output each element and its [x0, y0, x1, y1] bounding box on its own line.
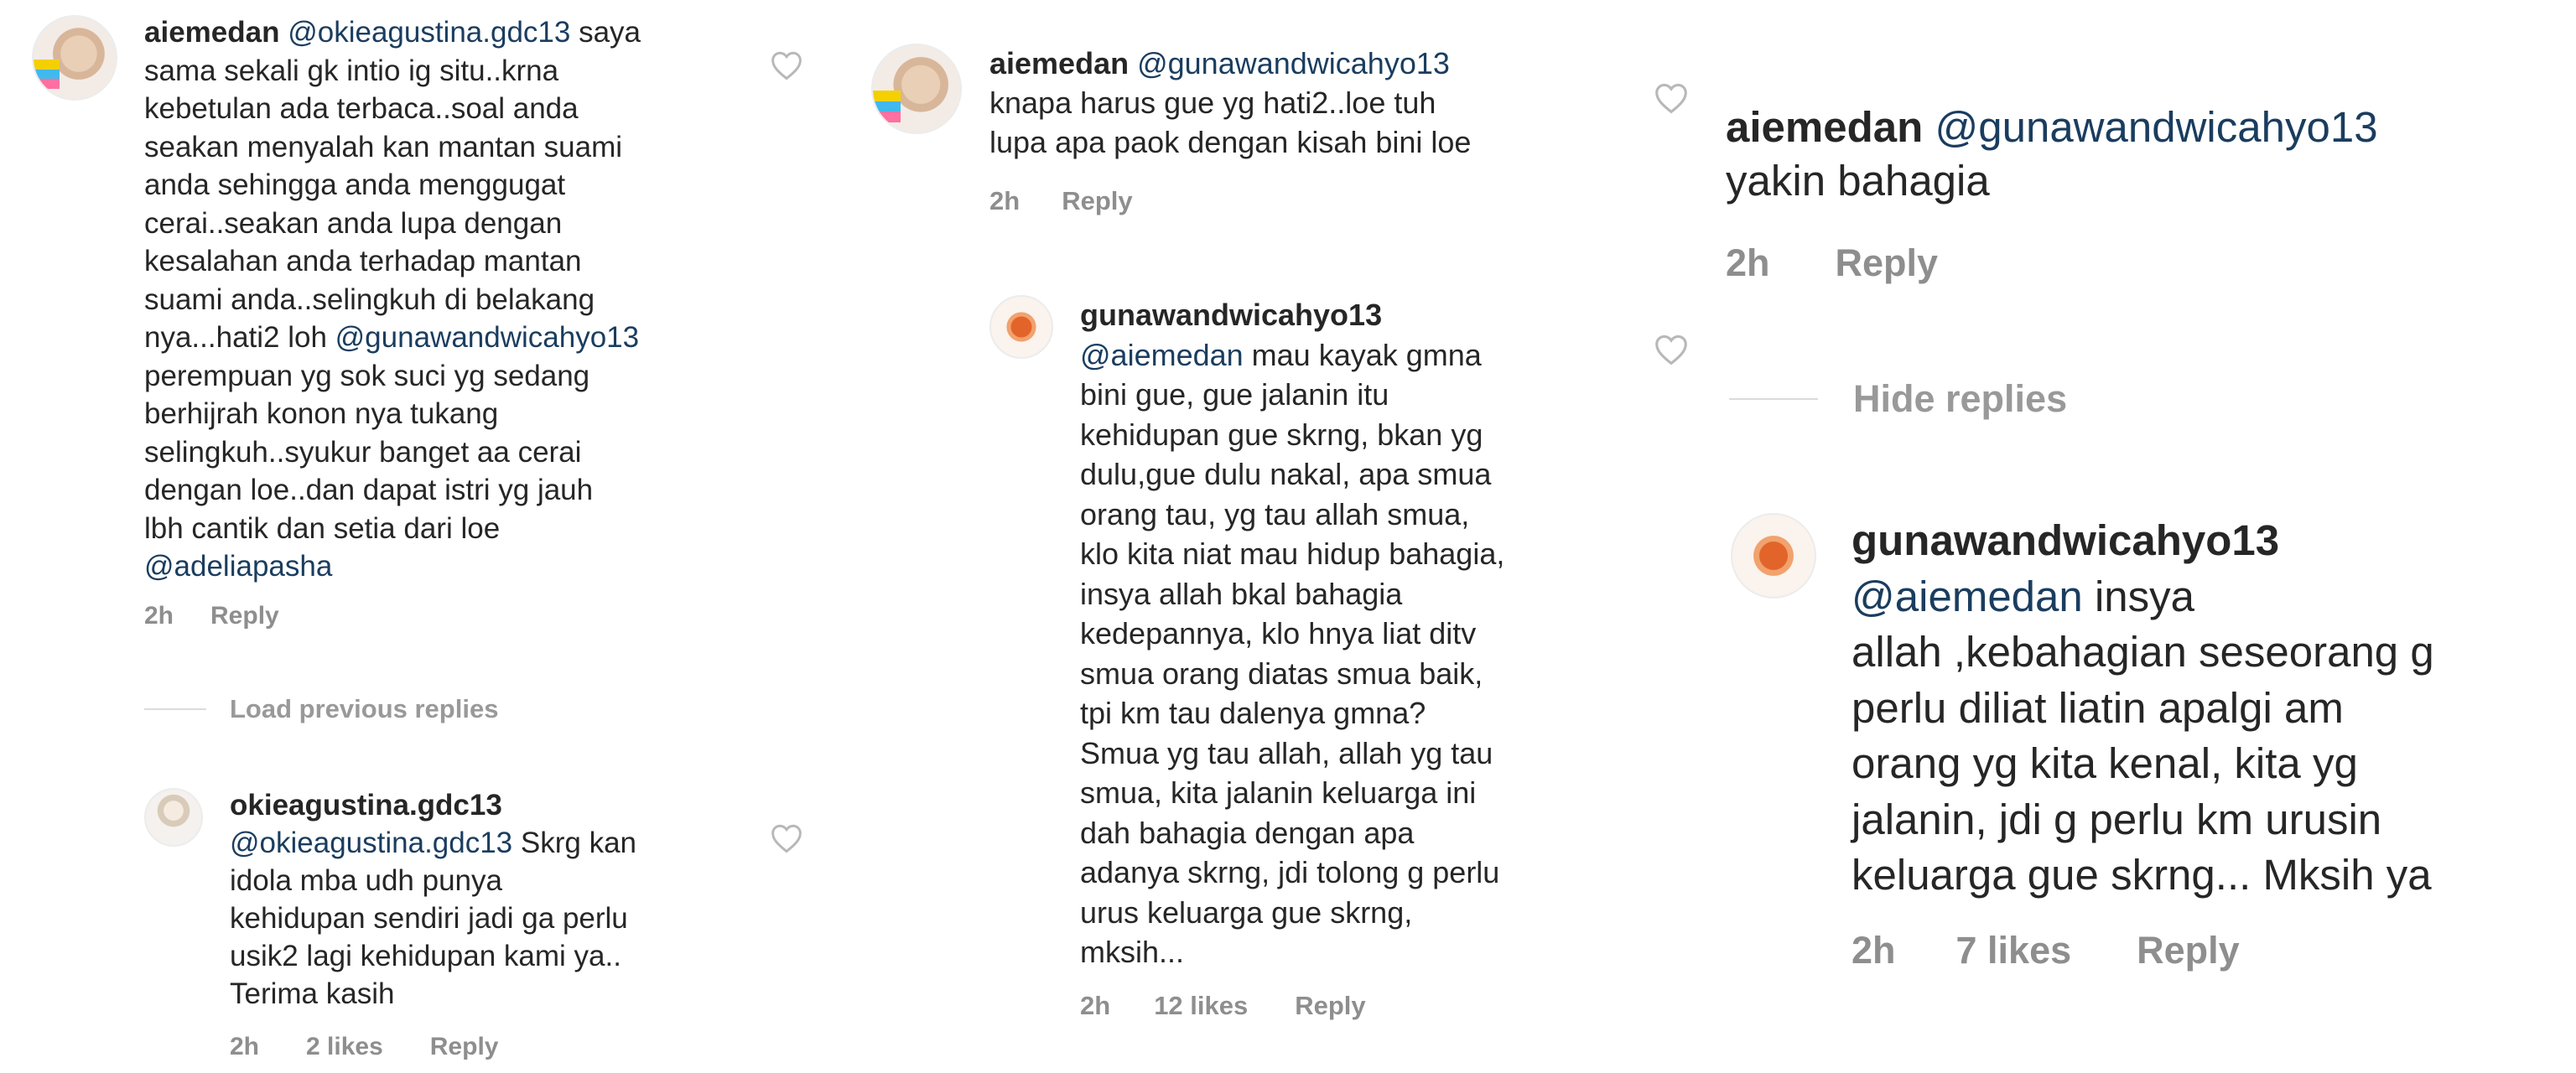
avatar[interactable] — [989, 295, 1053, 359]
heart-outline-icon[interactable] — [770, 823, 803, 853]
comment-text: okieagustina.gdc13 @okieagustina.gdc13 S… — [230, 786, 733, 1013]
comment-meta: 2h Reply — [1726, 241, 1938, 285]
comment-text-part: mau kayak gmna bini gue, gue jalanin itu… — [1080, 337, 1505, 970]
comment-text-part: yakin bahagia — [1726, 157, 1990, 205]
username[interactable]: aiemedan — [144, 16, 279, 49]
comment-text: gunawandwicahyo13 @aiemedan insya allah … — [1852, 513, 2576, 904]
heart-outline-icon[interactable] — [1654, 334, 1689, 365]
avatar[interactable] — [144, 788, 203, 847]
mention-link[interactable]: @okieagustina.gdc13 — [288, 16, 570, 49]
comment-text: gunawandwicahyo13 @aiemedan mau kayak gm… — [1080, 295, 1684, 972]
timestamp: 2h — [230, 1033, 260, 1060]
comment-body: aiemedan @okieagustina.gdc13 saya sama s… — [144, 13, 731, 586]
mention-link[interactable]: @gunawandwicahyo13 — [1137, 46, 1450, 80]
comment-body: aiemedan @gunawandwicahyo13 yakin bahagi… — [1726, 101, 2564, 208]
likes-count[interactable]: 7 likes — [1956, 929, 2072, 972]
load-previous-label[interactable]: Load previous replies — [230, 694, 498, 724]
likes-count[interactable]: 12 likes — [1154, 991, 1248, 1021]
comment-text: aiemedan @gunawandwicahyo13 knapa harus … — [989, 44, 1644, 162]
reply-comment: gunawandwicahyo13 @aiemedan insya allah … — [1719, 486, 2576, 1073]
comment-body: aiemedan @gunawandwicahyo13 knapa harus … — [989, 44, 1644, 162]
comment: aiemedan @gunawandwicahyo13 knapa harus … — [847, 0, 1711, 235]
timestamp: 2h — [1080, 991, 1111, 1020]
mention-link[interactable]: @adeliapasha — [144, 550, 332, 583]
hide-replies[interactable]: Hide replies — [1729, 377, 2067, 421]
timestamp: 2h — [989, 186, 1021, 215]
mention-link[interactable]: @gunawandwicahyo13 — [1935, 103, 2377, 151]
timestamp: 2h — [1852, 929, 1896, 972]
comment-text-part: perempuan yg sok suci yg sedang berhijra… — [144, 359, 594, 545]
username[interactable]: aiemedan — [1726, 103, 1923, 151]
comment: aiemedan @okieagustina.gdc13 saya sama s… — [0, 0, 839, 654]
avatar[interactable] — [1731, 513, 1816, 599]
comment-text-part: saya sama sekali gk intio ig situ..krna … — [144, 16, 641, 354]
divider — [144, 708, 206, 710]
reply-button[interactable]: Reply — [210, 602, 279, 630]
heart-outline-icon[interactable] — [1654, 82, 1689, 114]
comment-meta: 2h 7 likes Reply — [1852, 929, 2240, 972]
heart-outline-icon[interactable] — [770, 50, 803, 80]
username[interactable]: gunawandwicahyo13 — [1080, 298, 1382, 332]
mention-link[interactable]: @aiemedan — [1852, 573, 2083, 620]
comments-panel-2: aiemedan @gunawandwicahyo13 knapa harus … — [847, 0, 1711, 1073]
username[interactable]: aiemedan — [989, 46, 1129, 80]
hide-replies-label[interactable]: Hide replies — [1853, 377, 2067, 421]
username[interactable]: gunawandwicahyo13 — [1852, 516, 2279, 564]
comments-panel-3: aiemedan @gunawandwicahyo13 yakin bahagi… — [1719, 0, 2576, 1073]
comment-text: aiemedan @gunawandwicahyo13 yakin bahagi… — [1726, 101, 2564, 208]
reply-button[interactable]: Reply — [2137, 929, 2240, 972]
comment: aiemedan @gunawandwicahyo13 yakin bahagi… — [1719, 0, 2576, 319]
avatar[interactable] — [871, 44, 962, 134]
comment-meta: 2h 12 likes Reply — [1080, 991, 1366, 1021]
comments-panel-1: aiemedan @okieagustina.gdc13 saya sama s… — [0, 0, 839, 1073]
reply-comment: gunawandwicahyo13 @aiemedan mau kayak gm… — [847, 277, 1711, 1073]
divider — [1729, 398, 1818, 400]
comment-meta: 2h Reply — [989, 186, 1133, 216]
mention-link[interactable]: @aiemedan — [1080, 338, 1244, 372]
comment-text-part: insya allah ,kebahagian seseorang g perl… — [1852, 572, 2434, 899]
comment-meta: 2h 2 likes Reply — [230, 1033, 498, 1061]
comment-body: gunawandwicahyo13 @aiemedan insya allah … — [1852, 513, 2576, 904]
reply-button[interactable]: Reply — [430, 1033, 499, 1061]
reply-button[interactable]: Reply — [1062, 186, 1132, 216]
timestamp: 2h — [1726, 241, 1770, 284]
reply-button[interactable]: Reply — [1836, 241, 1939, 285]
avatar[interactable] — [32, 15, 117, 101]
comment-body: gunawandwicahyo13 @aiemedan mau kayak gm… — [1080, 295, 1684, 972]
mention-link[interactable]: @gunawandwicahyo13 — [335, 321, 639, 354]
comment-meta: 2h Reply — [144, 602, 279, 630]
mention-link[interactable]: @okieagustina.gdc13 — [230, 827, 512, 859]
comment-text: aiemedan @okieagustina.gdc13 saya sama s… — [144, 13, 731, 586]
likes-count[interactable]: 2 likes — [306, 1033, 383, 1061]
comment-body: okieagustina.gdc13 @okieagustina.gdc13 S… — [230, 786, 733, 1013]
reply-button[interactable]: Reply — [1295, 991, 1365, 1021]
timestamp: 2h — [144, 602, 174, 630]
comment-text-part: knapa harus gue yg hati2..loe tuh lupa a… — [989, 86, 1472, 159]
username[interactable]: okieagustina.gdc13 — [230, 789, 502, 822]
reply-comment: okieagustina.gdc13 @okieagustina.gdc13 S… — [0, 754, 839, 1073]
load-previous-replies[interactable]: Load previous replies — [144, 694, 498, 724]
